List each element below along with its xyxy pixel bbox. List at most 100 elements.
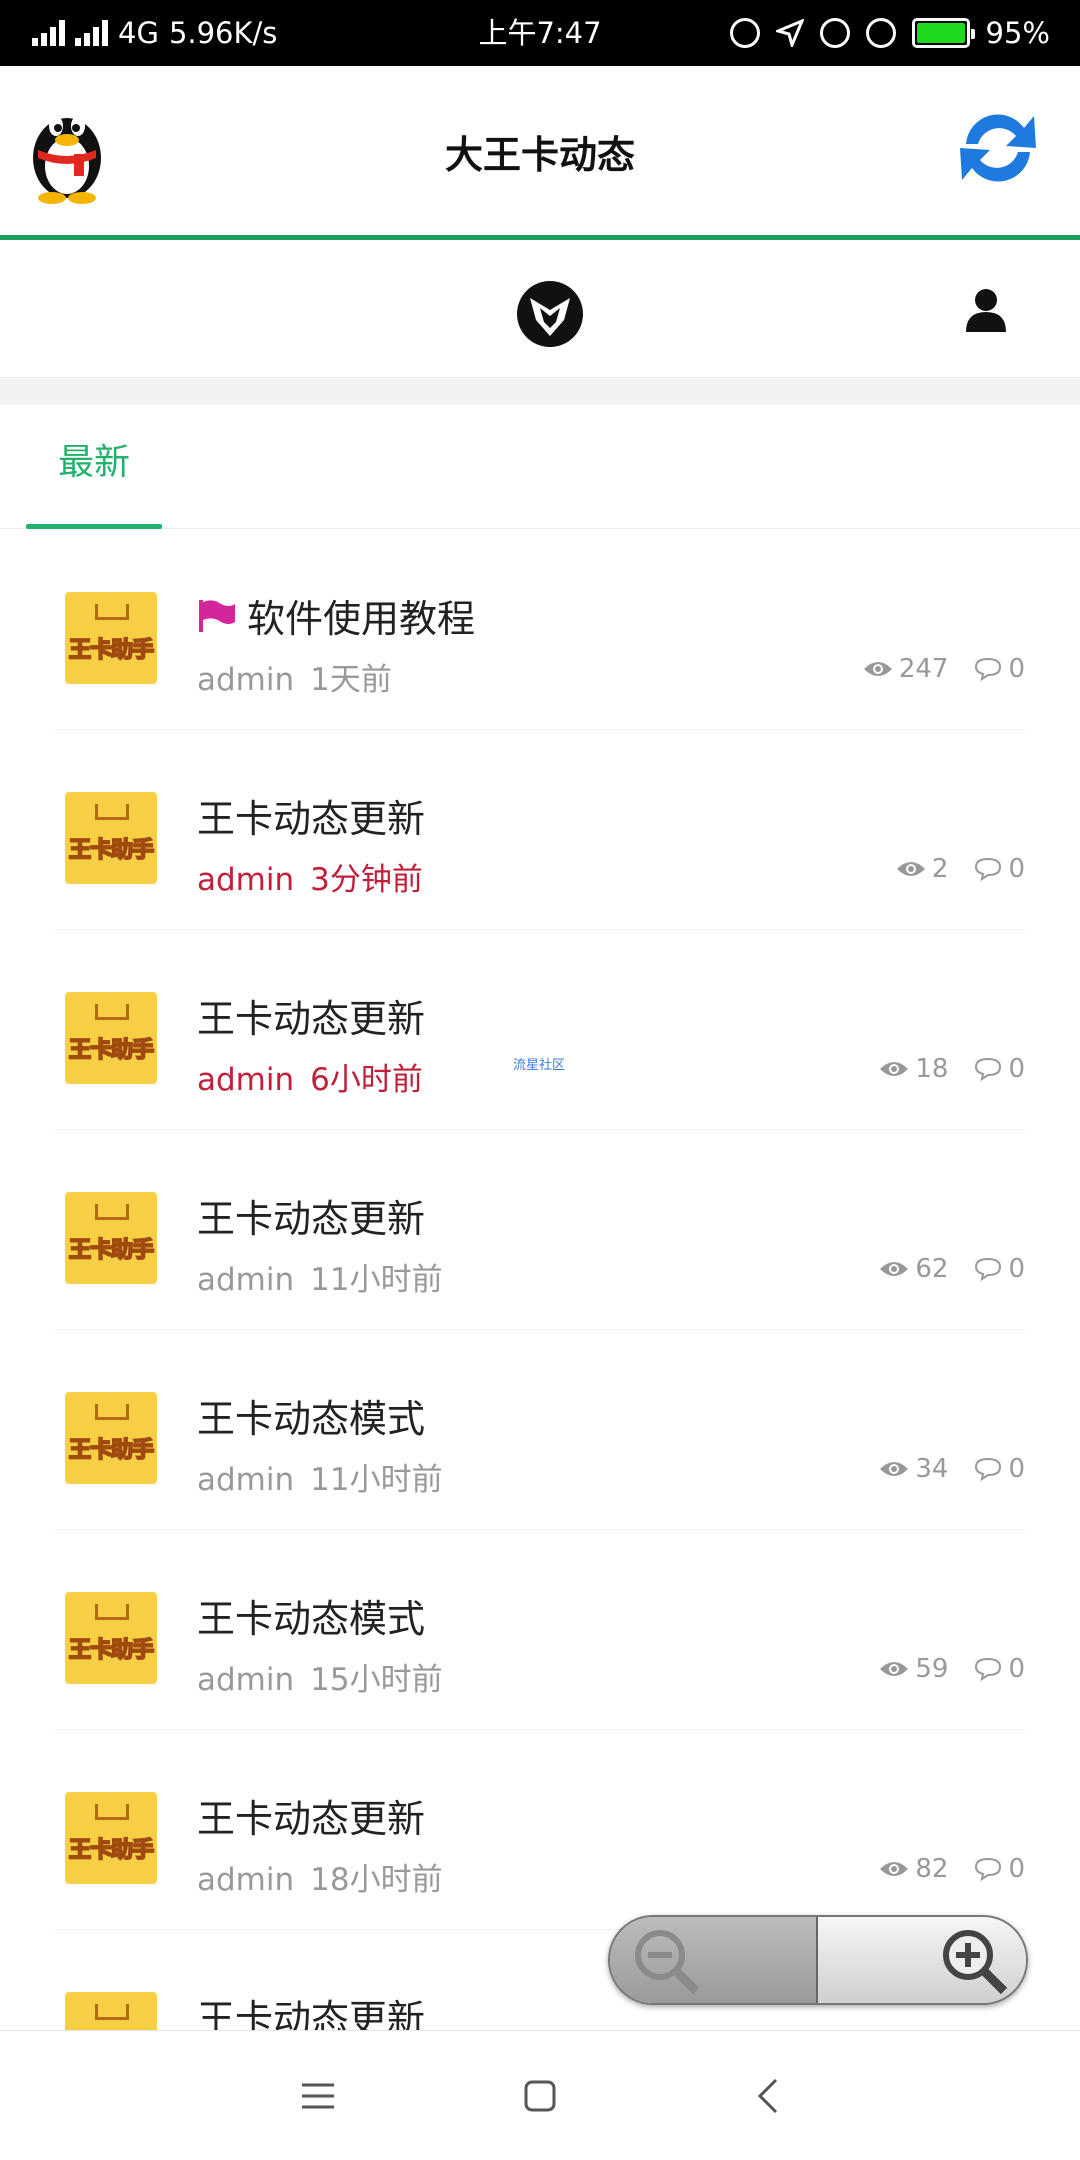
post-row[interactable]: 王卡助手 王卡动态更新 admin 11小时前 62 0 [55, 1130, 1025, 1330]
views-count: 18 [915, 1054, 949, 1084]
post-title[interactable]: 王卡动态更新 [197, 788, 425, 843]
post-title-text: 王卡动态模式 [197, 1597, 426, 1641]
post-author[interactable]: admin [197, 1262, 294, 1298]
avatar-text: 王卡助手 [68, 637, 155, 664]
post-author[interactable]: admin [197, 862, 294, 898]
home-button[interactable] [480, 2031, 600, 2160]
post-avatar[interactable]: 王卡助手 [65, 1592, 157, 1684]
views-stat: 82 [879, 1854, 948, 1884]
views-stat: 2 [896, 854, 949, 884]
comment-icon [975, 857, 1002, 881]
alarm-icon [819, 18, 850, 48]
post-title-text: 王卡动态更新 [197, 797, 426, 841]
post-stats: 62 0 [879, 1254, 1025, 1284]
comments-stat: 0 [974, 1254, 1025, 1284]
views-stat: 62 [879, 1254, 948, 1284]
post-row[interactable]: 王卡助手 王卡动态更新 admin 18小时前 82 0 [55, 1730, 1025, 1930]
post-author[interactable]: admin [197, 662, 294, 698]
eye-icon [880, 1462, 909, 1476]
post-title[interactable]: 王卡动态更新 [197, 1788, 425, 1843]
views-count: 62 [915, 1254, 949, 1284]
post-time: 11小时前 [310, 1462, 443, 1498]
post-title[interactable]: 软件使用教程 [197, 588, 475, 643]
post-author[interactable]: admin [197, 1662, 294, 1698]
post-stats: 34 0 [879, 1454, 1025, 1484]
post-time: 15小时前 [310, 1662, 443, 1698]
post-title-text: 王卡动态模式 [197, 1397, 426, 1441]
post-meta: admin 6小时前 [197, 1054, 423, 1099]
avatar-text: 王卡助手 [68, 1037, 155, 1064]
crown-icon [95, 1004, 129, 1020]
avatar-text: 王卡助手 [68, 1637, 155, 1664]
post-stats: 20 [896, 854, 1025, 884]
comments-stat: 0 [974, 854, 1025, 884]
post-title-text: 王卡动态更新 [197, 997, 426, 1041]
user-icon[interactable] [966, 288, 1006, 332]
comments-stat: 0 [974, 654, 1025, 684]
comment-icon [975, 1457, 1002, 1481]
views-count: 59 [915, 1654, 949, 1684]
post-avatar[interactable]: 王卡助手 [65, 992, 157, 1084]
menu-button[interactable] [258, 2031, 378, 2160]
post-stats: 247 0 [863, 654, 1025, 684]
post-row[interactable]: 王卡助手 王卡动态更新 admin 3分钟前 2 0 [55, 730, 1025, 930]
crown-icon [95, 1404, 129, 1420]
crown-icon [95, 2004, 129, 2020]
back-button[interactable] [708, 2031, 828, 2160]
post-row[interactable]: 王卡助手 王卡动态更新 admin 6小时前 流星社区 18 0 [55, 930, 1025, 1130]
comment-icon [975, 1057, 1002, 1081]
views-count: 2 [931, 854, 949, 884]
views-count: 247 [898, 654, 949, 684]
post-meta: admin 3分钟前 [197, 854, 423, 899]
comment-icon [975, 1657, 1002, 1681]
post-time: 1天前 [310, 662, 392, 698]
post-title[interactable]: 王卡动态模式 [197, 1388, 425, 1443]
post-avatar[interactable]: 王卡助手 [65, 1392, 157, 1484]
comments-stat: 0 [974, 1454, 1025, 1484]
views-count: 82 [915, 1854, 949, 1884]
zoom-control [608, 1915, 1028, 2005]
comments-stat: 0 [974, 1054, 1025, 1084]
post-avatar[interactable]: 王卡助手 [65, 592, 157, 684]
crown-icon [95, 1204, 129, 1220]
post-title-text: 软件使用教程 [247, 597, 476, 641]
post-title[interactable]: 王卡动态更新 [197, 1188, 425, 1243]
section-gap [0, 379, 1080, 405]
post-author[interactable]: admin [197, 1062, 294, 1098]
post-time: 18小时前 [310, 1862, 443, 1898]
post-avatar[interactable]: 王卡助手 [65, 792, 157, 884]
post-author[interactable]: admin [197, 1462, 294, 1498]
battery-icon [911, 18, 975, 48]
views-stat: 59 [879, 1654, 948, 1684]
refresh-icon[interactable] [954, 104, 1042, 192]
crown-icon [95, 1804, 129, 1820]
eye-icon [863, 662, 892, 676]
crown-icon [95, 1604, 129, 1620]
tab-latest[interactable]: 最新 [26, 405, 162, 529]
avatar-text: 王卡助手 [68, 1437, 155, 1464]
post-row[interactable]: 王卡助手 王卡动态模式 admin 11小时前 34 0 [55, 1330, 1025, 1530]
post-title-text: 王卡动态更新 [197, 1197, 426, 1241]
eye-icon [880, 1262, 909, 1276]
views-count: 34 [915, 1454, 949, 1484]
comments-count: 0 [1008, 1854, 1025, 1884]
post-stats: 18 0 [879, 1054, 1025, 1084]
comments-count: 0 [1008, 654, 1025, 684]
avatar-text: 王卡助手 [68, 1237, 155, 1264]
post-row[interactable]: 王卡助手 王卡动态模式 admin 15小时前 59 0 [55, 1530, 1025, 1730]
zoom-in-button[interactable] [818, 1917, 1026, 2003]
comment-icon [975, 1857, 1002, 1881]
zoom-out-button[interactable] [610, 1917, 819, 2003]
post-author[interactable]: admin [197, 1862, 294, 1898]
eye-icon [880, 1062, 909, 1076]
post-title[interactable]: 王卡动态更新 [197, 988, 425, 1043]
post-meta: admin 1天前 [197, 654, 392, 699]
system-nav-bar [0, 2030, 1080, 2160]
post-row[interactable]: 王卡助手 软件使用教程 admin 1天前 247 0 [55, 530, 1025, 730]
post-title[interactable]: 王卡动态模式 [197, 1588, 425, 1643]
post-avatar[interactable]: 王卡助手 [65, 1192, 157, 1284]
comments-count: 0 [1008, 1454, 1025, 1484]
site-logo-icon[interactable] [516, 280, 584, 348]
eye-icon [880, 1662, 909, 1676]
post-avatar[interactable]: 王卡助手 [65, 1792, 157, 1884]
